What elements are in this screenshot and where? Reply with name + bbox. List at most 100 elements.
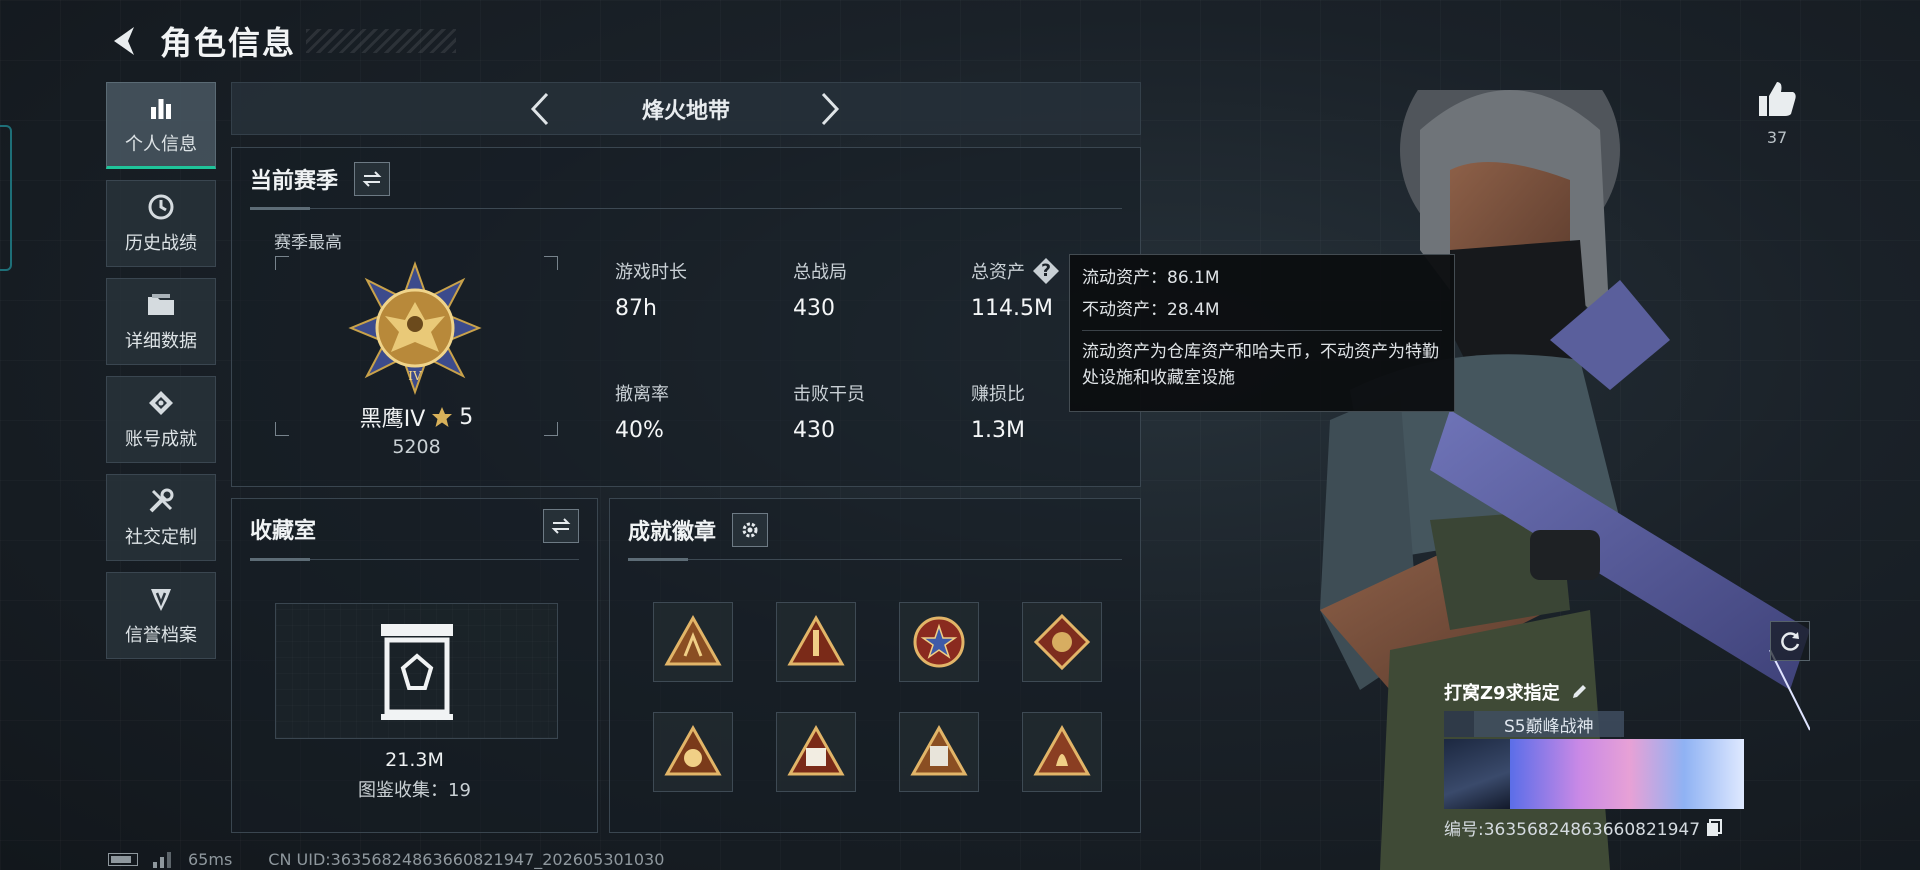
badge-icon (913, 616, 965, 668)
badge-settings-button[interactable] (732, 513, 769, 547)
stat-label-row: 总资产 ? (971, 258, 1059, 284)
collection-panel: 收藏室 21.3M 图鉴收集：19 (231, 498, 598, 833)
tooltip-fixed-assets: 不动资产：28.4M (1082, 300, 1220, 321)
stat-profit-ratio: 赚损比 1.3M (971, 380, 1025, 443)
battery-icon (108, 853, 138, 866)
copy-icon[interactable] (1706, 818, 1723, 837)
sidebar-item-label: 账号成就 (125, 428, 197, 450)
next-season-button[interactable] (812, 91, 848, 127)
stat-label: 赚损比 (971, 384, 1025, 405)
achievement-icon (146, 389, 176, 417)
gear-icon (742, 522, 758, 538)
player-uid-row: 编号:36356824863660821947 (1444, 815, 1723, 840)
sidebar-nav: 个人信息 历史战绩 详细数据 账号成就 社交定制 信誉档案 (106, 82, 216, 670)
back-button[interactable] (108, 21, 142, 61)
player-name: 打窝Z9求指定 (1444, 683, 1560, 704)
refresh-button[interactable] (1770, 621, 1810, 661)
collection-count: 图鉴收集：19 (358, 780, 471, 801)
page-title: 角色信息 (160, 24, 297, 62)
divider (250, 558, 579, 561)
player-title-badge: S5巅峰战神 (1444, 711, 1624, 737)
rank-name-row: 黑鹰IV 5 (275, 401, 558, 433)
achievement-panel: 成就徽章 (609, 498, 1141, 833)
player-name-row: 打窝Z9求指定 (1444, 679, 1588, 705)
stat-extraction-rate: 撤离率 40% (615, 380, 669, 443)
title-emblem-icon (1444, 711, 1474, 737)
rank-name: 黑鹰IV (359, 407, 426, 432)
tooltip-liquid-assets: 流动资产：86.1M (1082, 268, 1220, 288)
sidebar-item-achievements[interactable]: 账号成就 (106, 376, 216, 463)
divider (250, 207, 1122, 210)
like-button[interactable]: 37 (1752, 80, 1802, 147)
chevron-right-icon (821, 92, 840, 126)
stat-play-time: 游戏时长 87h (615, 258, 687, 321)
frame-corner (275, 256, 289, 270)
sidebar-item-label: 个人信息 (125, 133, 197, 155)
season-selector: 烽火地带 (231, 82, 1141, 135)
panel-header: 成就徽章 (628, 513, 769, 547)
stat-value: 1.3M (971, 418, 1025, 443)
frame-corner (544, 256, 558, 270)
swap-icon (551, 518, 571, 534)
sidebar-item-detail-data[interactable]: 详细数据 (106, 278, 216, 365)
sidebar-item-social[interactable]: 社交定制 (106, 474, 216, 561)
sidebar-item-label: 信誉档案 (125, 624, 197, 646)
stat-value: 40% (615, 418, 664, 443)
divider (1082, 329, 1442, 331)
refresh-icon (1781, 632, 1800, 651)
banner-thumbnail (1444, 739, 1510, 809)
collection-preview[interactable] (275, 603, 558, 739)
sidebar-item-personal-info[interactable]: 个人信息 (106, 82, 216, 169)
badge-icon (910, 724, 968, 776)
achievement-badge[interactable] (653, 712, 733, 792)
signal-icon (153, 851, 171, 868)
achievement-badge[interactable] (653, 602, 733, 682)
like-count: 37 (1766, 128, 1788, 147)
collection-value: 21.3M (385, 749, 444, 771)
achievement-badge[interactable] (899, 712, 979, 792)
switch-season-button[interactable] (354, 162, 391, 196)
season-best-label: 赛季最高 (274, 233, 342, 253)
svg-text:IV: IV (408, 369, 422, 383)
panel-title: 成就徽章 (628, 520, 717, 545)
prev-season-button[interactable] (522, 91, 558, 127)
stat-label: 击败干员 (793, 384, 865, 405)
stat-total-assets: 总资产 ? 114.5M (971, 258, 1059, 321)
season-name: 烽火地带 (641, 98, 730, 124)
sidebar-item-label: 历史战绩 (125, 232, 197, 254)
stat-value: 430 (793, 418, 835, 443)
sidebar-item-history[interactable]: 历史战绩 (106, 180, 216, 267)
stat-label: 总资产 (971, 262, 1025, 283)
panel-title: 收藏室 (250, 519, 317, 544)
stat-operators-defeated: 击败干员 430 (793, 380, 865, 443)
badge-icon (664, 724, 722, 776)
current-season-panel: 当前赛季 赛季最高 IV 黑鹰IV 5 5208 游戏时长 87h 总战局 43… (231, 147, 1141, 487)
panel-header: 收藏室 (250, 513, 316, 545)
header: 角色信息 (108, 18, 457, 64)
switch-collection-button[interactable] (543, 509, 579, 543)
stat-label: 游戏时长 (615, 262, 687, 283)
player-banner[interactable] (1444, 739, 1744, 809)
side-drawer-handle[interactable] (0, 125, 12, 271)
player-title: S5巅峰战神 (1504, 716, 1594, 737)
ping-value: 65ms (188, 850, 233, 869)
achievement-badge[interactable] (899, 602, 979, 682)
sidebar-item-credit[interactable]: 信誉档案 (106, 572, 216, 659)
stat-value: 87h (615, 296, 657, 321)
badge-icon (787, 614, 845, 666)
achievement-badge[interactable] (1022, 602, 1102, 682)
rank-emblem-icon: IV (348, 260, 482, 396)
help-icon[interactable]: ? (1033, 258, 1059, 284)
display-case-icon (381, 624, 453, 720)
edit-icon[interactable] (1570, 683, 1588, 701)
achievement-badge[interactable] (1022, 712, 1102, 792)
badge-icon (1033, 613, 1091, 671)
stat-value: 114.5M (971, 296, 1053, 321)
rank-display: IV 黑鹰IV 5 5208 (275, 256, 558, 458)
achievement-badge[interactable] (776, 712, 856, 792)
achievement-badge[interactable] (776, 602, 856, 682)
badge-icon (664, 614, 722, 666)
divider (628, 558, 1122, 561)
sidebar-item-label: 详细数据 (125, 330, 197, 352)
assets-tooltip: 流动资产：86.1M 不动资产：28.4M 流动资产为仓库资产和哈夫币，不动资产… (1069, 254, 1455, 412)
